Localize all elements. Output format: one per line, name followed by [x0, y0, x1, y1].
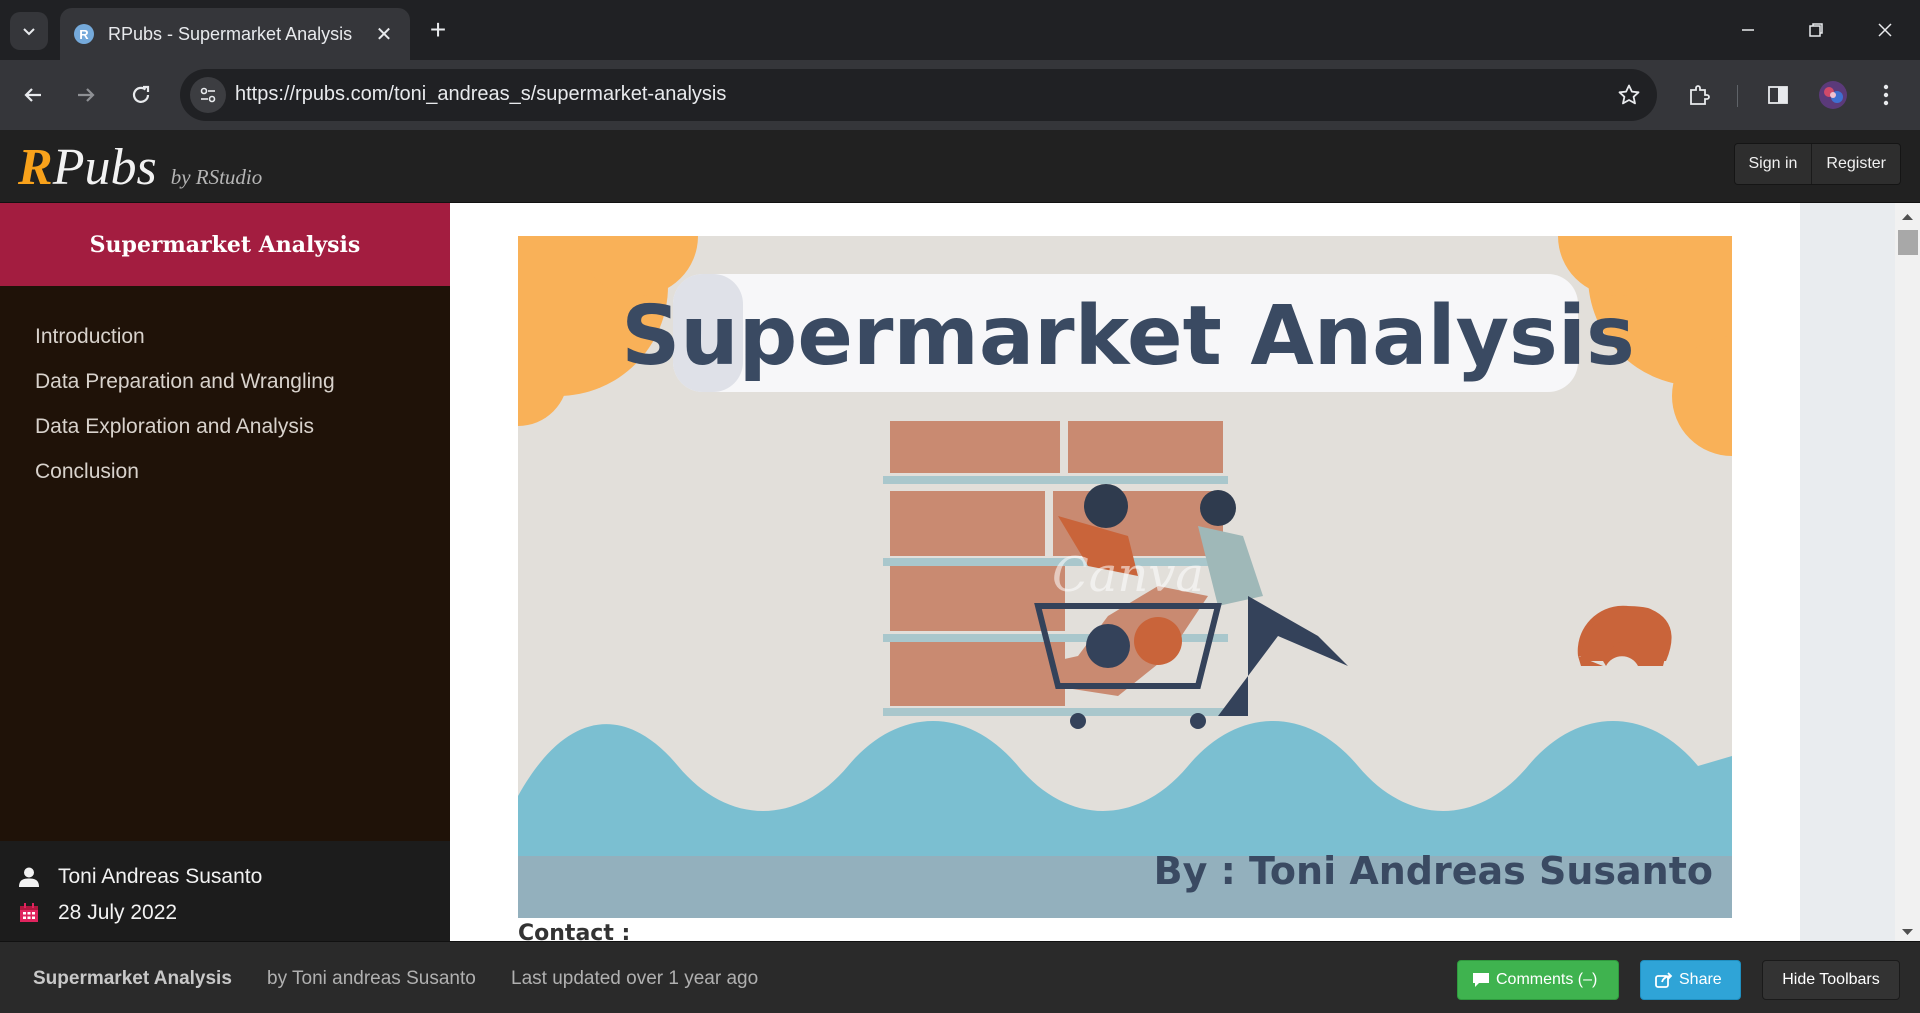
document-meta: Toni Andreas Susanto 28 July 2022	[0, 841, 450, 941]
content-gutter	[1800, 203, 1895, 941]
title-banner-image: Supermarket Analysis Canva By : Toni And…	[518, 236, 1732, 918]
toc-item-introduction[interactable]: Introduction	[35, 314, 450, 359]
banner-byline: By : Toni Andreas Susanto	[1154, 849, 1713, 893]
banner-title: Supermarket Analysis	[621, 289, 1635, 384]
publish-date: 28 July 2022	[58, 901, 178, 924]
tab-search-button[interactable]	[10, 12, 48, 50]
rpubs-header: RPubs by RStudio Sign in Register	[0, 130, 1920, 203]
share-button[interactable]: Share	[1640, 960, 1741, 1000]
canva-watermark: Canva	[1052, 547, 1204, 603]
register-button[interactable]: Register	[1811, 144, 1900, 184]
comment-icon	[1473, 973, 1489, 987]
reload-icon[interactable]	[123, 77, 159, 113]
scrollbar-thumb[interactable]	[1898, 230, 1918, 255]
toc-item-conclusion[interactable]: Conclusion	[35, 449, 450, 494]
sidebar-title[interactable]: Supermarket Analysis	[0, 203, 450, 286]
url-text[interactable]: https://rpubs.com/toni_andreas_s/superma…	[235, 83, 726, 106]
toc-item-data-exploration[interactable]: Data Exploration and Analysis	[35, 404, 450, 449]
chevron-down-icon	[23, 28, 35, 36]
document-content: Supermarket Analysis Canva By : Toni And…	[450, 203, 1800, 941]
browser-toolbar: https://rpubs.com/toni_andreas_s/superma…	[0, 60, 1920, 130]
comments-label: Comments (–)	[1496, 971, 1598, 988]
toc-item-data-preparation[interactable]: Data Preparation and Wrangling	[35, 359, 450, 404]
bookmark-star-icon[interactable]	[1615, 81, 1643, 109]
sign-in-button[interactable]: Sign in	[1734, 144, 1812, 184]
toolbar-separator	[1737, 85, 1738, 107]
browser-tab[interactable]: R RPubs - Supermarket Analysis ✕	[60, 8, 410, 60]
tab-close-icon[interactable]: ✕	[372, 22, 396, 47]
doc-title: Supermarket Analysis	[33, 968, 232, 989]
page-scrollbar[interactable]	[1895, 203, 1920, 941]
site-settings-icon[interactable]	[190, 77, 226, 113]
back-icon[interactable]	[15, 77, 51, 113]
side-panel-icon[interactable]	[1760, 77, 1796, 113]
doc-author[interactable]: by Toni andreas Susanto	[267, 968, 476, 990]
forward-icon[interactable]	[68, 77, 104, 113]
logo-by-rstudio: by RStudio	[170, 165, 263, 189]
document-toolbar: Supermarket Analysis by Toni andreas Sus…	[0, 941, 1920, 1013]
sidebar: Supermarket Analysis Introduction Data P…	[0, 203, 450, 941]
tab-strip: R RPubs - Supermarket Analysis ✕ +	[0, 0, 1920, 60]
share-label: Share	[1679, 971, 1722, 988]
calendar-icon	[16, 900, 42, 926]
hide-toolbars-button[interactable]: Hide Toolbars	[1762, 960, 1900, 1000]
profile-avatar-icon[interactable]	[1815, 77, 1851, 113]
tab-title: RPubs - Supermarket Analysis	[108, 23, 353, 44]
comments-button[interactable]: Comments (–)	[1457, 960, 1619, 1000]
rpubs-logo[interactable]: RPubs by RStudio	[18, 138, 262, 197]
table-of-contents: Introduction Data Preparation and Wrangl…	[0, 286, 450, 494]
address-bar[interactable]: https://rpubs.com/toni_andreas_s/superma…	[180, 69, 1657, 121]
close-window-icon[interactable]	[1855, 10, 1915, 50]
rpubs-favicon-icon: R	[74, 24, 94, 44]
new-tab-icon[interactable]: +	[424, 14, 452, 46]
date-row: 28 July 2022	[16, 895, 450, 931]
logo-r: R	[18, 139, 53, 196]
author-name: Toni Andreas Susanto	[58, 865, 263, 888]
restore-icon[interactable]	[1786, 10, 1846, 50]
user-icon	[16, 864, 42, 890]
auth-button-group: Sign in Register	[1733, 143, 1901, 185]
contact-heading: Contact :	[518, 921, 631, 941]
more-menu-icon[interactable]	[1868, 77, 1904, 113]
author-row: Toni Andreas Susanto	[16, 859, 450, 895]
logo-pubs: Pubs	[52, 139, 157, 196]
last-updated: Last updated over 1 year ago	[511, 968, 759, 989]
extensions-icon[interactable]	[1681, 77, 1717, 113]
share-icon	[1655, 972, 1673, 988]
minimize-icon[interactable]	[1718, 10, 1778, 50]
